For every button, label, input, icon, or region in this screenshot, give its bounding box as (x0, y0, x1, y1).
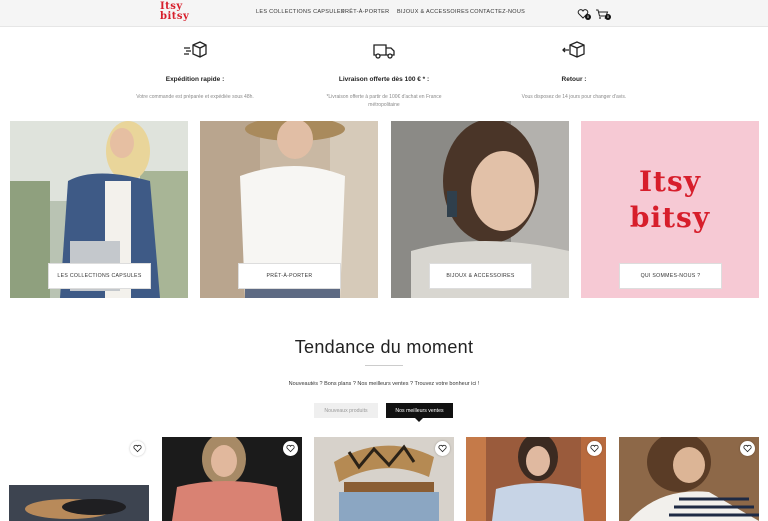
box-fast-icon (184, 41, 207, 58)
add-to-wishlist-button[interactable] (435, 441, 450, 456)
category-button[interactable]: LES COLLECTIONS CAPSULES (48, 263, 151, 289)
feature-title: Livraison offerte dès 100 € * : (338, 76, 430, 83)
feature-title: Expédition rapide : (165, 76, 225, 83)
product-card[interactable] (314, 437, 454, 521)
category-button[interactable]: BIJOUX & ACCESSOIRES (429, 263, 532, 289)
heart-icon (743, 444, 752, 453)
feature-fast-shipping: Expédition rapide : Votre commande est p… (125, 40, 265, 101)
add-to-wishlist-button[interactable] (587, 441, 602, 456)
category-tile-collections[interactable]: LES COLLECTIONS CAPSULES (10, 121, 188, 298)
feature-description: Votre commande est préparée et expédiée … (136, 94, 254, 100)
add-to-wishlist-button[interactable] (130, 441, 145, 456)
product-photo (162, 437, 302, 521)
feature-title: Retour : (561, 76, 587, 83)
heart-icon (286, 444, 295, 453)
tab-new-products[interactable]: Nouveaux produits (314, 403, 378, 418)
category-button[interactable]: PRÊT-À-PORTER (238, 263, 341, 289)
cart-button[interactable]: 0 (595, 7, 611, 20)
feature-returns: Retour : Vous disposez de 14 jours pour … (504, 40, 644, 101)
add-to-wishlist-button[interactable] (740, 441, 755, 456)
product-card[interactable] (466, 437, 606, 521)
box-return-icon (562, 41, 585, 58)
product-card[interactable] (9, 437, 149, 521)
tab-best-sellers[interactable]: Nos meilleurs ventes (386, 403, 453, 422)
cart-count-badge: 0 (605, 14, 611, 20)
wishlist-count-badge: 0 (585, 14, 591, 20)
product-photo (466, 437, 606, 521)
category-tile-pret-a-porter[interactable]: PRÊT-À-PORTER (200, 121, 378, 298)
feature-free-delivery: Livraison offerte dès 100 € * : *Livrais… (314, 40, 454, 109)
top-navigation-bar: Itsy bitsy LES COLLECTIONS CAPSULES PRÊT… (0, 0, 768, 27)
category-tile-bijoux[interactable]: BIJOUX & ACCESSOIRES (391, 121, 569, 298)
section-subtitle: Nouveautés ? Bons plans ? Nos meilleurs … (288, 381, 480, 387)
category-tile-about[interactable]: Itsy bitsy QUI SOMMES-NOUS ? (581, 121, 759, 298)
nav-link-collections[interactable]: LES COLLECTIONS CAPSULES (256, 9, 345, 15)
heart-icon (438, 444, 447, 453)
product-card[interactable] (619, 437, 759, 521)
feature-description: *Livraison offerte à partir de 100€ d'ac… (326, 94, 442, 108)
product-photo (619, 437, 759, 521)
product-card[interactable] (162, 437, 302, 521)
heart-icon (133, 444, 142, 453)
add-to-wishlist-button[interactable] (283, 441, 298, 456)
product-photo (9, 437, 149, 521)
section-divider (365, 365, 403, 366)
feature-description: Vous disposez de 14 jours pour changer d… (521, 94, 627, 100)
category-button[interactable]: QUI SOMMES-NOUS ? (619, 263, 722, 289)
section-title: Tendance du moment (294, 337, 474, 357)
nav-link-bijoux[interactable]: BIJOUX & ACCESSOIRES (397, 9, 469, 15)
heart-icon (590, 444, 599, 453)
wishlist-button[interactable]: 0 (577, 7, 591, 20)
nav-link-contact[interactable]: CONTACTEZ-NOUS (470, 9, 525, 15)
brand-logo[interactable]: Itsy bitsy (160, 1, 190, 22)
brand-logo-line-1: Itsy (638, 165, 702, 198)
delivery-truck-icon (373, 44, 395, 59)
nav-link-pret-a-porter[interactable]: PRÊT-À-PORTER (341, 9, 389, 15)
logo-text: Itsy bitsy (160, 1, 190, 22)
brand-logo-line-2: bitsy (629, 201, 711, 234)
product-photo (314, 437, 454, 521)
